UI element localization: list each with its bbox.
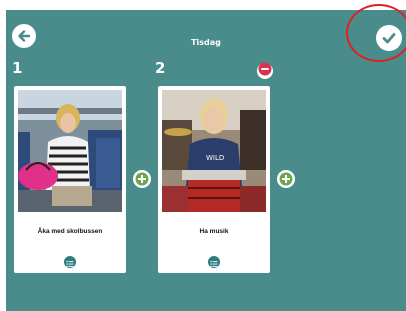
plus-icon [135, 172, 149, 186]
arrow-left-icon [17, 29, 31, 43]
activity-label: Ha musik [199, 228, 229, 235]
list-button[interactable] [208, 256, 220, 268]
plus-icon [279, 172, 293, 186]
add-step-button[interactable] [277, 170, 295, 188]
back-button[interactable] [12, 24, 36, 48]
list-button[interactable] [64, 256, 76, 268]
list-icon [210, 253, 218, 272]
page-title: Tisdag [191, 38, 221, 47]
step-number: 1 [12, 59, 23, 77]
step-number: 2 [155, 59, 166, 77]
activity-card[interactable]: WILD Ha musik [158, 86, 270, 273]
activity-photo: WILD [162, 90, 266, 212]
add-step-button[interactable] [133, 170, 151, 188]
list-icon [66, 253, 74, 272]
minus-icon [257, 61, 273, 81]
activity-photo [18, 90, 122, 212]
svg-text:WILD: WILD [206, 154, 224, 162]
activity-card[interactable]: Åka med skolbussen [14, 86, 126, 273]
schedule-editor: Tisdag 1 2 Åka med skolbussen WILD Ha mu… [6, 10, 406, 311]
highlight-annotation [346, 4, 406, 62]
remove-step-button[interactable] [257, 61, 273, 81]
activity-label: Åka med skolbussen [37, 228, 103, 235]
